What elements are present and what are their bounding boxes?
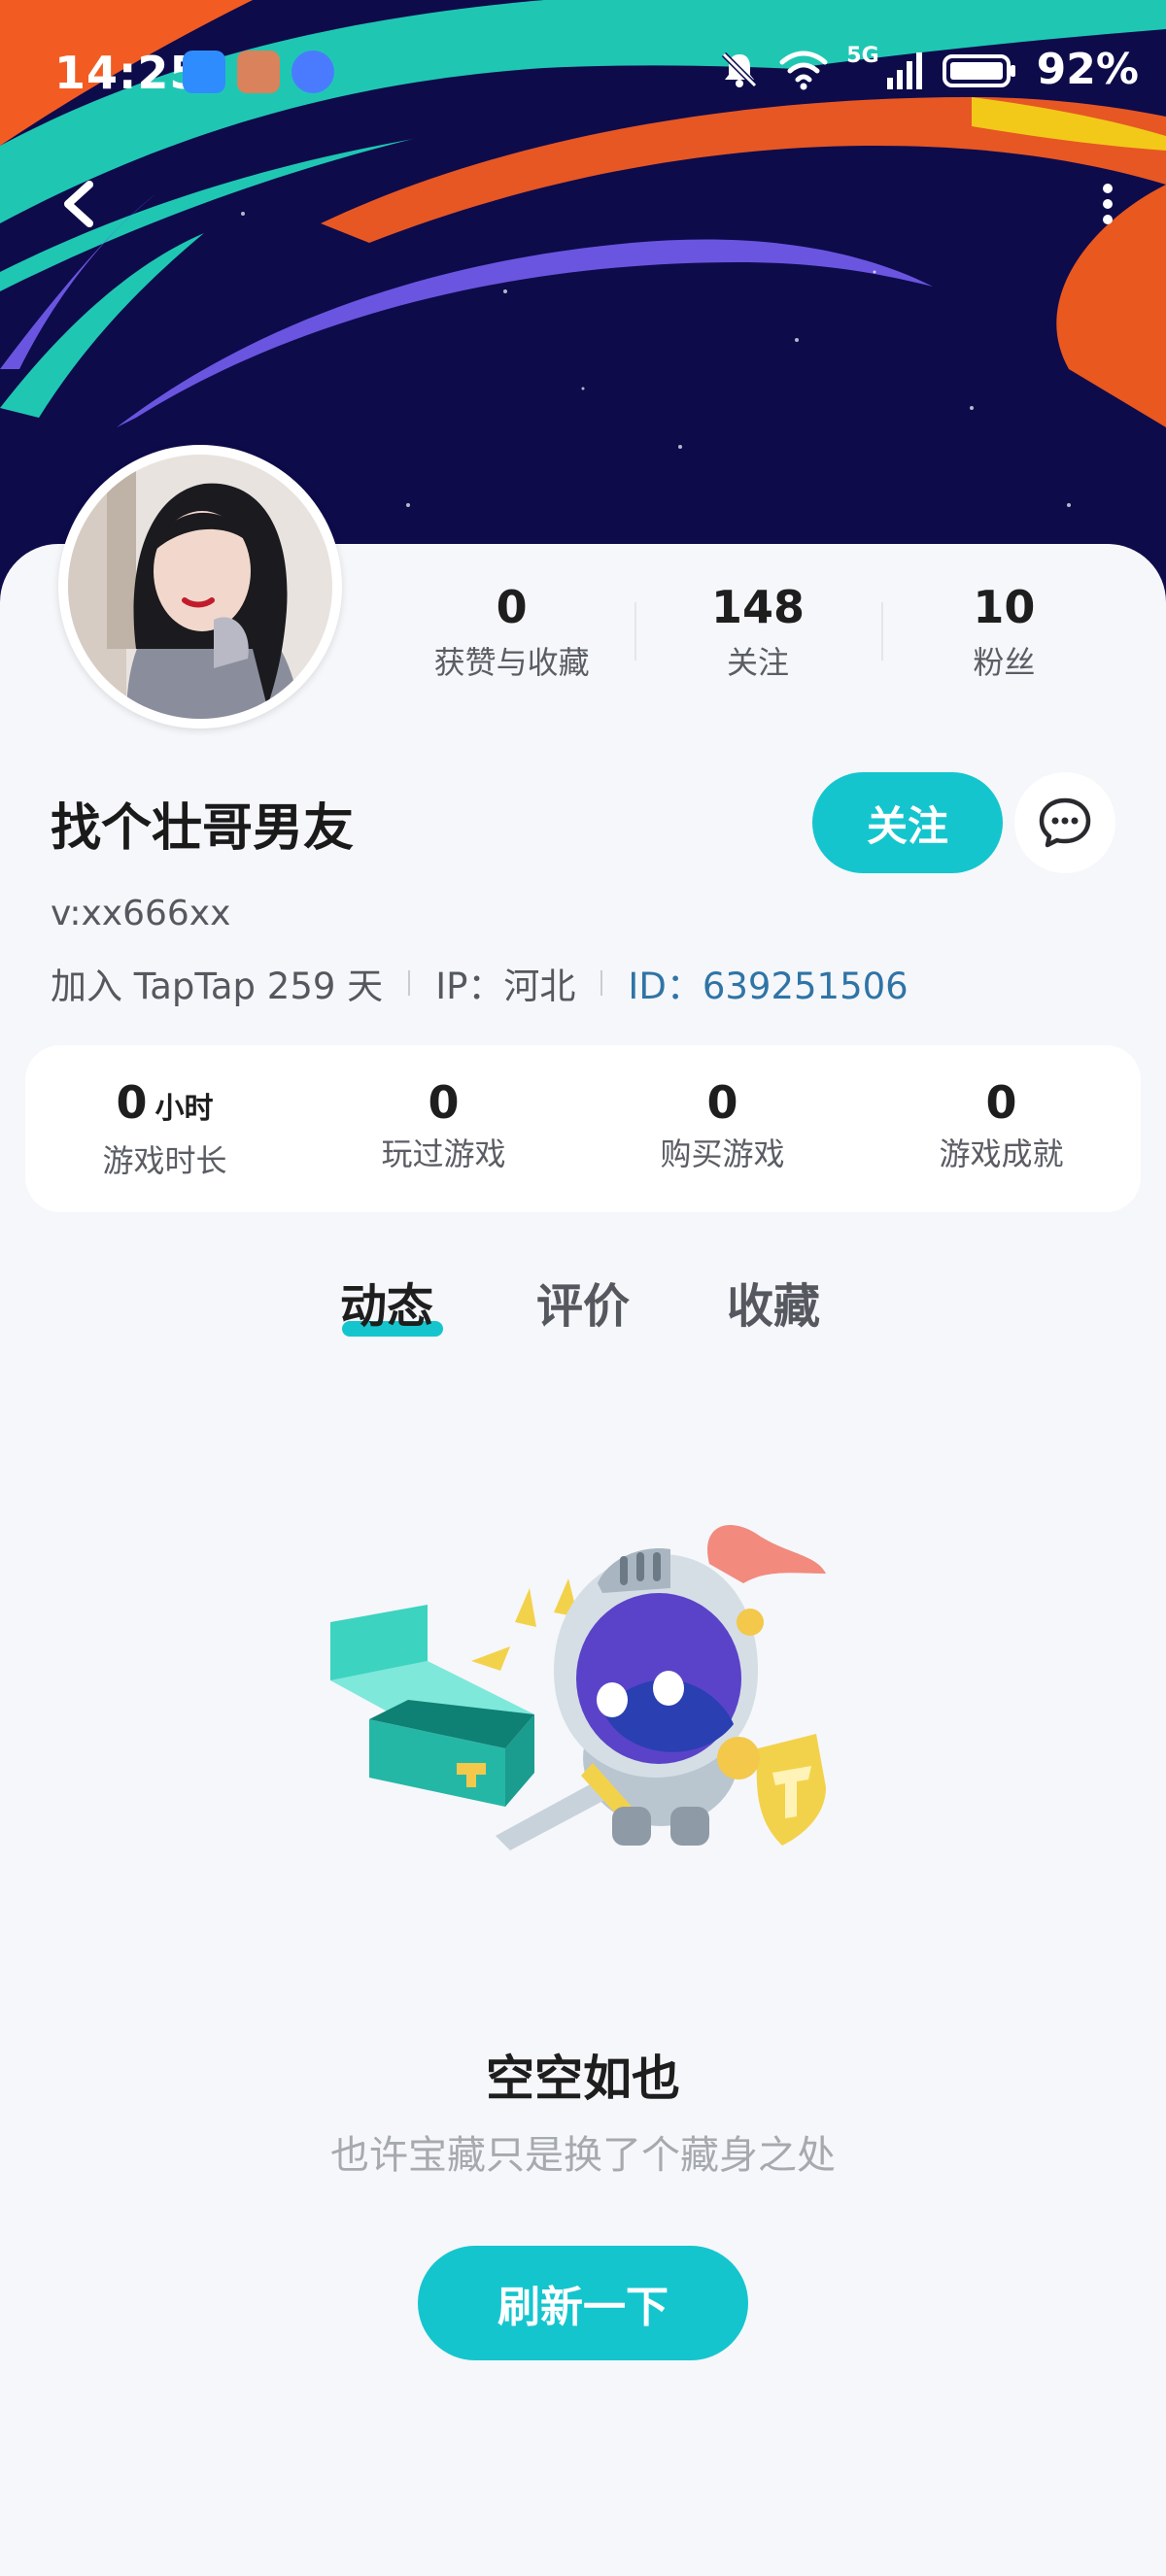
game-stat-purchased[interactable]: 0 购买游戏	[583, 1045, 862, 1212]
divider	[408, 970, 411, 996]
empty-state-subtitle: 也许宝藏只是换了个藏身之处	[330, 2133, 836, 2178]
joined-days: 加入 TapTap 259 天	[51, 966, 384, 1007]
game-stats-card: 0 小时 游戏时长 0 玩过游戏 0 购买游戏 0 游戏成就	[25, 1045, 1141, 1212]
stat-followers[interactable]: 10 粉丝	[880, 573, 1127, 690]
stat-likes-collections[interactable]: 0 获赞与收藏	[389, 573, 634, 690]
avatar-photo	[68, 455, 332, 719]
more-icon[interactable]	[1088, 175, 1127, 233]
ip-location: IP：河北	[435, 966, 576, 1007]
stat-label: 关注	[726, 644, 789, 681]
game-notification-icon	[237, 51, 280, 93]
user-meta: 加入 TapTap 259 天 IP：河北 ID：639251506	[51, 957, 909, 1009]
game-stat-unit: 小时	[154, 1092, 214, 1126]
profile-stats: 0 获赞与收藏 148 关注 10 粉丝	[389, 573, 1127, 690]
game-stat-label: 游戏时长	[102, 1142, 227, 1179]
user-contact: v:xx666xx	[51, 894, 231, 933]
refresh-button[interactable]: 刷新一下	[418, 2246, 748, 2360]
stat-value: 0	[496, 581, 528, 633]
user-id[interactable]: ID：639251506	[628, 957, 908, 1009]
back-icon[interactable]	[47, 165, 115, 243]
game-stat-value: 0	[985, 1076, 1017, 1129]
game-stat-label: 购买游戏	[660, 1135, 785, 1172]
mute-icon	[722, 51, 758, 87]
stat-value: 10	[973, 581, 1036, 633]
status-time: 14:25	[54, 47, 202, 99]
message-icon	[1039, 797, 1091, 848]
network-type: 5G	[846, 44, 879, 68]
battery-level: 92%	[1036, 45, 1139, 94]
user-nickname: 找个壮哥男友	[51, 799, 355, 858]
tab-activity[interactable]: 动态	[340, 1268, 433, 1336]
game-stat-value: 0	[706, 1076, 738, 1129]
tab-collections[interactable]: 收藏	[727, 1268, 820, 1336]
stat-following[interactable]: 148 关注	[634, 573, 880, 690]
profile-tabs: 动态 评价 收藏	[0, 1268, 1166, 1355]
status-bar: 14:25 5G 92%	[0, 0, 1166, 146]
game-stat-achievements[interactable]: 0 游戏成就	[862, 1045, 1141, 1212]
empty-state-title: 空空如也	[486, 2051, 680, 2107]
stat-label: 粉丝	[973, 644, 1036, 681]
stat-label: 获赞与收藏	[433, 644, 590, 681]
browser-notification-icon	[292, 51, 334, 93]
tab-reviews[interactable]: 评价	[536, 1268, 630, 1336]
message-button[interactable]	[1014, 772, 1115, 873]
game-stat-value: 0	[428, 1076, 460, 1129]
game-stat-label: 玩过游戏	[381, 1135, 506, 1172]
app-store-notification-icon	[183, 51, 225, 93]
divider	[600, 970, 603, 996]
follow-button[interactable]: 关注	[812, 772, 1003, 873]
status-indicators: 5G 92%	[718, 44, 1139, 94]
wifi-icon	[779, 51, 828, 89]
empty-state-illustration	[330, 1525, 826, 1850]
stat-value: 148	[710, 581, 805, 633]
game-stat-value: 0	[116, 1076, 148, 1129]
game-stat-playtime[interactable]: 0 小时 游戏时长	[25, 1045, 304, 1212]
game-stat-label: 游戏成就	[939, 1135, 1064, 1172]
signal-icon	[886, 51, 922, 89]
battery-icon	[942, 53, 1015, 87]
avatar[interactable]	[58, 445, 342, 729]
game-stat-played[interactable]: 0 玩过游戏	[304, 1045, 583, 1212]
